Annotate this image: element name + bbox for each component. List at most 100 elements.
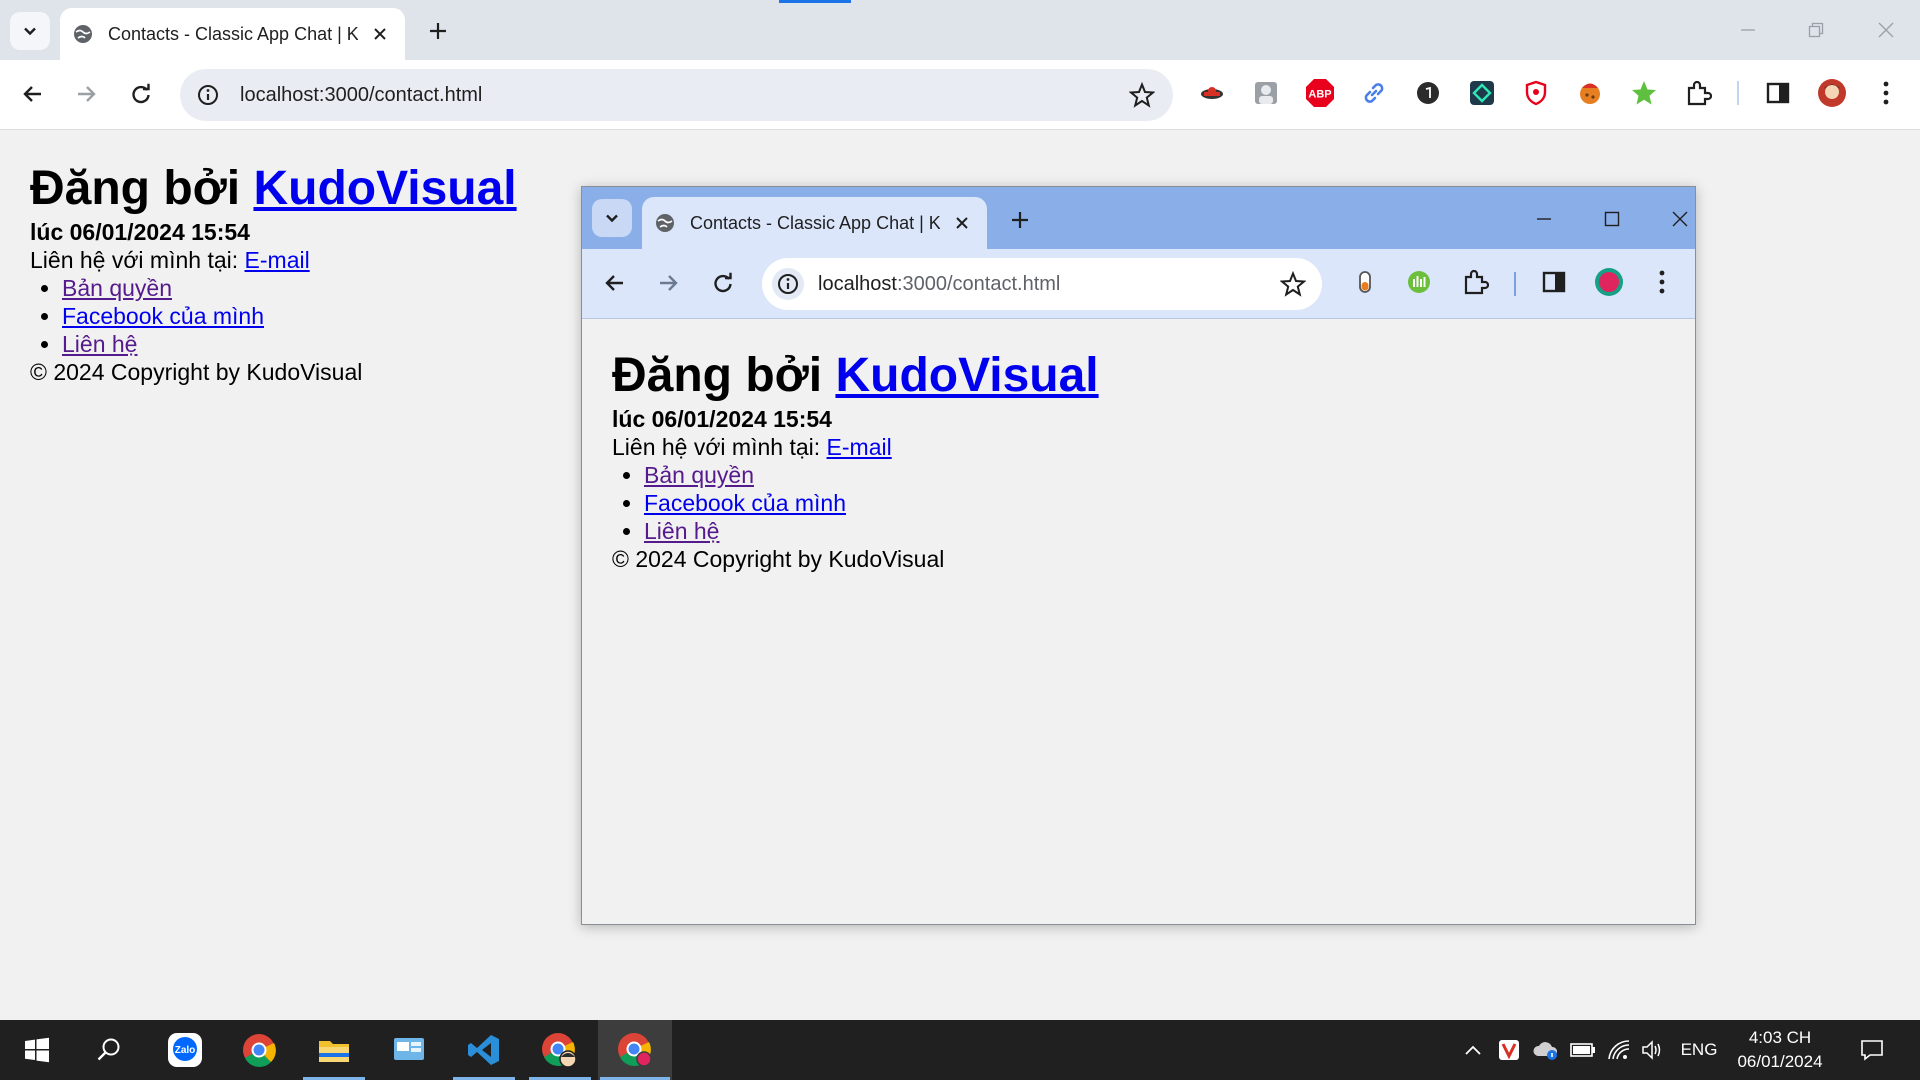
- link-list: Bản quyền Facebook của mình Liên hệ: [612, 461, 1099, 545]
- site-info-icon[interactable]: [194, 81, 222, 109]
- inner-chrome-menu-button[interactable]: [1645, 265, 1679, 299]
- back-button[interactable]: [13, 74, 53, 114]
- minimize-icon: [1741, 29, 1755, 31]
- start-button[interactable]: [0, 1020, 74, 1080]
- chrome-icon: [243, 1034, 276, 1067]
- bookmark-star-icon[interactable]: [1129, 82, 1155, 108]
- reload-icon: [714, 272, 732, 293]
- bookmark-star-icon[interactable]: [1280, 271, 1306, 297]
- plus-icon: [430, 23, 446, 39]
- minimize-button[interactable]: [1728, 14, 1768, 46]
- chrome-menu-button[interactable]: [1869, 76, 1903, 110]
- side-panel-button[interactable]: [1761, 76, 1795, 110]
- shield-icon[interactable]: [1519, 76, 1553, 110]
- clock-date: 06/01/2024: [1737, 1052, 1823, 1071]
- inner-maximize-button[interactable]: [1592, 203, 1632, 235]
- zalo-app[interactable]: Zalo: [148, 1020, 222, 1080]
- show-hidden-icons-button[interactable]: [1458, 1020, 1488, 1080]
- inner-tab-search-button[interactable]: [592, 199, 632, 237]
- author-link[interactable]: KudoVisual: [253, 162, 516, 215]
- inner-minimize-button[interactable]: [1524, 203, 1564, 235]
- input-language[interactable]: ENG: [1674, 1020, 1724, 1080]
- reload-button[interactable]: [121, 74, 161, 114]
- url-text: localhost:3000/contact.html: [240, 83, 483, 106]
- cookie-icon[interactable]: [1573, 76, 1607, 110]
- chrome-profile-app[interactable]: [522, 1020, 596, 1080]
- volume-tray[interactable]: [1638, 1020, 1668, 1080]
- chrome-app[interactable]: [222, 1020, 296, 1080]
- plus-icon: [1012, 212, 1028, 228]
- zalo-icon: Zalo: [168, 1033, 202, 1067]
- email-link[interactable]: E-mail: [245, 247, 310, 273]
- inner-page-content: Đăng bởi KudoVisual lúc 06/01/2024 15:54…: [612, 347, 1099, 573]
- control-panel-app[interactable]: [372, 1020, 446, 1080]
- inner-address-bar[interactable]: localhost:3000/contact.html: [762, 258, 1322, 310]
- copyright-text: © 2024 Copyright by KudoVisual: [612, 546, 945, 572]
- battery-tray[interactable]: [1568, 1020, 1598, 1080]
- inner-forward-button[interactable]: [648, 263, 688, 303]
- onedrive-tray[interactable]: [1530, 1020, 1562, 1080]
- minimize-icon: [1537, 218, 1551, 220]
- inner-profile-avatar[interactable]: [1592, 265, 1626, 299]
- contact-link[interactable]: Liên hệ: [644, 518, 719, 544]
- star-ext-icon[interactable]: [1627, 76, 1661, 110]
- dark-circle-icon[interactable]: [1411, 76, 1445, 110]
- chrome-profile-icon: [542, 1033, 577, 1068]
- avatar-icon: [1595, 268, 1623, 296]
- puzzle-icon[interactable]: [1458, 265, 1492, 299]
- battery-icon: [1570, 1043, 1595, 1057]
- author-link[interactable]: KudoVisual: [835, 349, 1098, 402]
- inner-tab-contacts[interactable]: Contacts - Classic App Chat | Ku: [642, 197, 987, 249]
- inner-back-button[interactable]: [595, 263, 635, 303]
- vscode-app[interactable]: [447, 1020, 521, 1080]
- restore-button[interactable]: [1796, 14, 1836, 46]
- inner-side-panel-button[interactable]: [1537, 265, 1571, 299]
- kebab-menu-icon: [1883, 81, 1889, 105]
- chrome-icon: [618, 1033, 652, 1067]
- inner-reload-button[interactable]: [703, 263, 743, 303]
- inner-tab-strip: Contacts - Classic App Chat | Ku: [582, 187, 1695, 249]
- outer-page-content: Đăng bởi KudoVisual lúc 06/01/2024 15:54…: [30, 160, 517, 386]
- site-info-icon[interactable]: [772, 268, 804, 300]
- restore-icon: [1808, 22, 1824, 38]
- profile-avatar[interactable]: [1815, 76, 1849, 110]
- facebook-link[interactable]: Facebook của mình: [644, 490, 846, 516]
- link-icon[interactable]: [1357, 76, 1391, 110]
- forward-button[interactable]: [66, 74, 106, 114]
- inner-tab-title: Contacts - Classic App Chat | Ku: [690, 212, 940, 233]
- code-ext-icon[interactable]: [1465, 76, 1499, 110]
- tab-search-button[interactable]: [10, 12, 50, 50]
- contact-link[interactable]: Liên hệ: [62, 331, 137, 357]
- address-bar[interactable]: localhost:3000/contact.html: [180, 69, 1173, 121]
- close-window-button[interactable]: [1866, 14, 1906, 46]
- inner-toolbar: localhost:3000/contact.html: [582, 249, 1695, 319]
- profile-card-icon[interactable]: [1249, 76, 1283, 110]
- close-tab-icon[interactable]: [369, 23, 391, 45]
- abp-icon[interactable]: ABP: [1303, 76, 1337, 110]
- search-button[interactable]: [72, 1020, 146, 1080]
- copyright-link[interactable]: Bản quyền: [644, 462, 754, 488]
- taskbar-clock[interactable]: 4:03 CH 06/01/2024: [1730, 1026, 1830, 1074]
- tab-contacts[interactable]: Contacts - Classic App Chat | Ku: [60, 8, 405, 60]
- inner-close-window-button[interactable]: [1660, 203, 1695, 235]
- toolbar-separator: [1514, 272, 1516, 296]
- vivaldi-tray[interactable]: [1494, 1020, 1524, 1080]
- tab-loading-indicator: [779, 0, 851, 3]
- wifi-tray[interactable]: [1604, 1020, 1634, 1080]
- action-center-button[interactable]: [1852, 1020, 1892, 1080]
- url-path: :3000/contact.html: [896, 272, 1061, 295]
- new-tab-button[interactable]: [424, 17, 452, 45]
- puzzle-icon[interactable]: [1681, 76, 1715, 110]
- file-explorer-app[interactable]: [297, 1020, 371, 1080]
- link-list: Bản quyền Facebook của mình Liên hệ: [30, 274, 517, 358]
- facebook-link[interactable]: Facebook của mình: [62, 303, 264, 329]
- cat-ext-icon[interactable]: [1195, 76, 1229, 110]
- capsule-ext-icon[interactable]: [1348, 265, 1382, 299]
- side-panel-icon: [1542, 271, 1566, 293]
- inner-new-tab-button[interactable]: [1006, 206, 1034, 234]
- chrome-active-app[interactable]: [598, 1020, 672, 1080]
- copyright-link[interactable]: Bản quyền: [62, 275, 172, 301]
- meter-ext-icon[interactable]: [1402, 265, 1436, 299]
- close-tab-icon[interactable]: [951, 212, 973, 234]
- email-link[interactable]: E-mail: [827, 434, 892, 460]
